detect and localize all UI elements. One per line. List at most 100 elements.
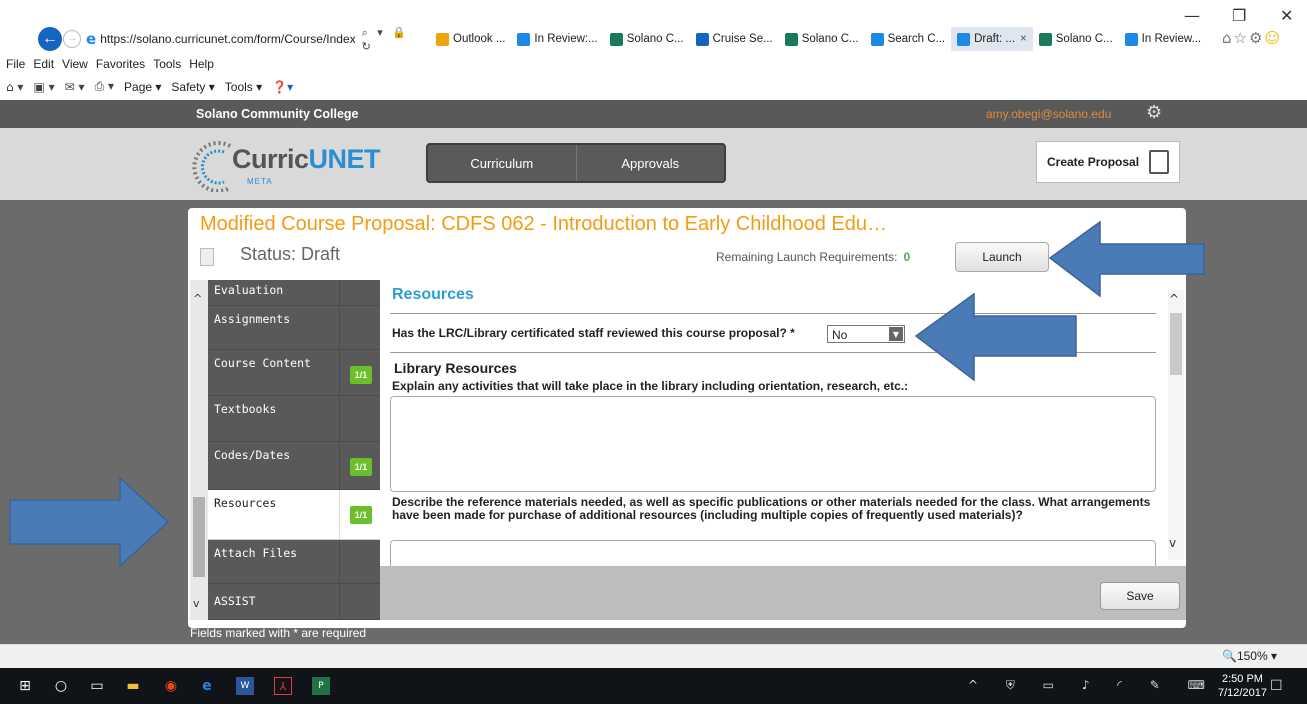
- address-controls-icon[interactable]: ⌕ ▾ 🔒 ↻: [362, 26, 424, 53]
- completion-badge: 1/1: [350, 458, 372, 476]
- nav-curriculum[interactable]: Curriculum: [428, 145, 576, 181]
- chevron-down-icon[interactable]: ▼: [889, 327, 903, 341]
- menu-help[interactable]: Help: [189, 57, 214, 71]
- address-bar[interactable]: e https://solano.curricunet.com/form/Cou…: [84, 26, 424, 53]
- ie-taskbar-icon[interactable]: e: [198, 677, 216, 695]
- completion-badge: 1/1: [350, 506, 372, 524]
- word-icon[interactable]: W: [236, 677, 254, 695]
- tab-favicon-icon: [517, 32, 531, 46]
- launch-button[interactable]: Launch: [955, 242, 1049, 272]
- browser-tab[interactable]: Cruise Se...: [690, 27, 779, 51]
- sidebar-item-course-content[interactable]: Course Content 1/1: [208, 350, 380, 396]
- help-icon[interactable]: ❓▾: [272, 80, 293, 94]
- project-icon[interactable]: P: [312, 677, 330, 695]
- tab-favicon-icon: [784, 32, 798, 46]
- sidebar-scroll-down-icon[interactable]: v: [193, 597, 200, 610]
- menu-view[interactable]: View: [62, 57, 88, 71]
- feeds-icon[interactable]: ▣ ▾: [33, 80, 54, 94]
- tab-label: Draft: ...: [974, 33, 1016, 45]
- completion-badge: 1/1: [350, 366, 372, 384]
- sidebar-item-assignments[interactable]: Assignments: [208, 306, 380, 350]
- remaining-count: 0: [903, 250, 911, 264]
- ie-logo-icon: e: [86, 30, 97, 48]
- sidebar-item-evaluation[interactable]: Evaluation: [208, 280, 380, 306]
- logo-text: CurricUNET: [232, 144, 381, 174]
- mail-icon[interactable]: ✉ ▾: [65, 80, 85, 94]
- lrc-review-select[interactable]: No ▼: [827, 325, 905, 343]
- close-tab-icon[interactable]: ×: [1020, 33, 1027, 45]
- acrobat-icon[interactable]: ⅄: [274, 677, 292, 695]
- sidebar-item-codes-dates[interactable]: Codes/Dates 1/1: [208, 442, 380, 490]
- content-scroll-thumb[interactable]: [1170, 313, 1182, 375]
- file-explorer-icon[interactable]: ▬: [124, 677, 142, 695]
- document-icon: [200, 248, 214, 266]
- section-divider: [390, 352, 1156, 353]
- main-nav: Curriculum Approvals: [426, 143, 726, 183]
- browser-tab[interactable]: Solano C...: [604, 27, 690, 51]
- section-divider: [390, 313, 1156, 314]
- sidebar-item-resources[interactable]: Resources 1/1: [208, 490, 380, 540]
- smiley-icon[interactable]: ☺: [1264, 29, 1282, 47]
- remaining-requirements: Remaining Launch Requirements: 0: [716, 250, 911, 264]
- system-tray-icons[interactable]: ^ ⛨ ▭ ♪ ◜ ✎ ⌨: [968, 678, 1217, 693]
- browser-tab[interactable]: Solano C...: [1033, 27, 1119, 51]
- browser-tab[interactable]: In Review:...: [511, 27, 603, 51]
- content-scroll-down-icon[interactable]: v: [1169, 536, 1176, 550]
- windows-start-icon[interactable]: ⊞: [16, 677, 34, 695]
- library-activities-textarea[interactable]: [390, 396, 1156, 492]
- menu-file[interactable]: File: [6, 57, 25, 71]
- content-scroll-up-icon[interactable]: ^: [1169, 292, 1179, 306]
- tab-label: Solano C...: [801, 33, 859, 45]
- browser-tab[interactable]: Outlook ...: [430, 27, 511, 51]
- save-button[interactable]: Save: [1100, 582, 1180, 610]
- sidebar-item-textbooks[interactable]: Textbooks: [208, 396, 380, 442]
- user-email-link[interactable]: amy.obegi@solano.edu: [986, 107, 1111, 121]
- url-text[interactable]: https://solano.curricunet.com/form/Cours…: [100, 32, 355, 46]
- safety-menu[interactable]: Safety ▾: [171, 80, 214, 94]
- form-footer: [380, 566, 1186, 620]
- sidebar-scroll-up-icon[interactable]: ^: [193, 292, 202, 305]
- section-title: Resources: [392, 286, 474, 303]
- clock-date: 7/12/2017: [1218, 687, 1267, 699]
- gear-icon[interactable]: ⚙: [1146, 102, 1162, 123]
- tab-favicon-icon: [870, 32, 884, 46]
- tab-favicon-icon: [609, 32, 623, 46]
- tools-menu[interactable]: Tools ▾: [225, 80, 262, 94]
- status-text: Status: Draft: [240, 244, 341, 264]
- menu-favorites[interactable]: Favorites: [96, 57, 145, 71]
- create-proposal-button[interactable]: Create Proposal: [1036, 141, 1180, 183]
- close-window-icon[interactable]: ✕: [1280, 6, 1293, 25]
- browser-tab[interactable]: In Review...: [1119, 27, 1207, 51]
- browser-tab[interactable]: Search C...: [865, 27, 952, 51]
- tab-label: Search C...: [887, 33, 946, 45]
- tab-label: Cruise Se...: [712, 33, 773, 45]
- zoom-level[interactable]: 🔍150% ▾: [1222, 649, 1277, 663]
- sidebar-item-attach-files[interactable]: Attach Files: [208, 540, 380, 584]
- clock[interactable]: 2:50 PM 7/12/2017: [1218, 672, 1267, 700]
- search-icon[interactable]: ○: [52, 677, 70, 695]
- required-fields-note: Fields marked with * are required: [190, 626, 367, 640]
- task-view-icon[interactable]: ▭: [88, 677, 106, 695]
- browser-toolbar-icons[interactable]: ⌂☆⚙☺: [1222, 29, 1282, 47]
- minimize-icon[interactable]: —: [1184, 6, 1200, 25]
- print-icon[interactable]: ⎙ ▾: [95, 79, 114, 94]
- browser-tab[interactable]: Draft: ... ×: [951, 27, 1033, 51]
- notifications-icon[interactable]: ☐: [1270, 678, 1283, 694]
- menu-edit[interactable]: Edit: [33, 57, 54, 71]
- clock-time: 2:50 PM: [1221, 673, 1263, 685]
- menu-tools[interactable]: Tools: [153, 57, 181, 71]
- page-menu[interactable]: Page ▾: [124, 80, 161, 94]
- tab-favicon-icon: [1038, 32, 1052, 46]
- sidebar-item-assist[interactable]: ASSIST: [208, 584, 380, 620]
- home-icon[interactable]: ⌂ ▾: [6, 80, 23, 94]
- sidebar-scroll-thumb[interactable]: [193, 497, 205, 577]
- restore-icon[interactable]: ❐: [1232, 6, 1246, 25]
- browser-tab[interactable]: Solano C...: [779, 27, 865, 51]
- library-resources-heading: Library Resources: [394, 360, 517, 376]
- create-proposal-label: Create Proposal: [1047, 155, 1140, 169]
- forward-arrow-icon[interactable]: →: [63, 30, 81, 48]
- nav-approvals[interactable]: Approvals: [575, 145, 725, 181]
- tab-favicon-icon: [695, 32, 709, 46]
- chrome-icon[interactable]: ◉: [162, 677, 180, 695]
- back-arrow-icon[interactable]: ←: [38, 27, 62, 51]
